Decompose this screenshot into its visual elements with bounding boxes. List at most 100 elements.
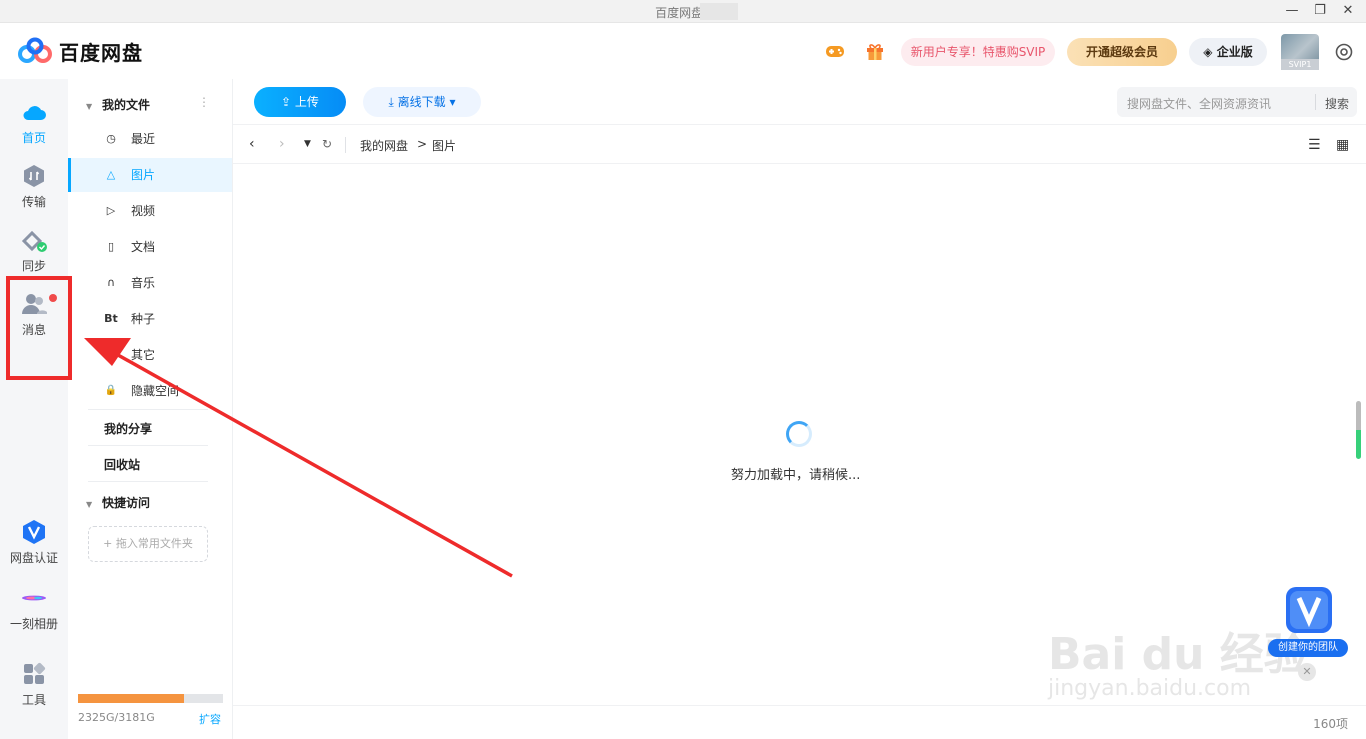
storage-bar [78,694,223,703]
blurred-region [700,3,738,20]
bt-icon: Bt [104,312,118,325]
open-svip-button[interactable]: 开通超级会员 [1067,38,1177,66]
svip-level-tag: SVIP1 [1281,59,1319,70]
enterprise-label: 企业版 [1216,45,1253,59]
app-header: 百度网盘 新用户专享！特惠购SVIP 开通超级会员 ◈ 企业版 SVIP1 [0,23,1366,79]
album-icon [22,595,46,601]
restore-button[interactable]: ❐ [1306,0,1334,23]
enterprise-button[interactable]: ◈ 企业版 [1189,38,1267,66]
sidebar-item-torrent[interactable]: Bt 种子 [68,302,232,336]
nav-label: 首页 [21,131,46,145]
minimize-button[interactable]: — [1278,0,1306,23]
search-divider [1315,94,1316,110]
divider [88,445,208,446]
sidebar-item-label: 其它 [131,348,156,362]
collapse-triangle-icon: ▼ [86,102,93,111]
recycle-bin-link[interactable]: 回收站 [104,456,140,473]
game-icon[interactable] [824,40,846,62]
app-window: 百度网盘 · — ❐ ✕ 百度网盘 新用户专享！特惠购SVIP 开通超级会员 ◈… [0,0,1366,739]
sort-icon[interactable]: ☰ [1308,137,1321,153]
cloud-icon [23,106,46,120]
back-arrow-icon[interactable]: ‹ [249,136,255,152]
quick-access-header[interactable]: ▼ 快捷访问 [86,494,150,511]
nav-home[interactable]: 首页 [0,99,68,146]
breadcrumb-current: 图片 [432,139,457,153]
sidebar-item-label: 音乐 [131,276,156,290]
other-icon: ⋯ [105,348,117,361]
history-dropdown-icon[interactable]: ▼ [304,139,311,149]
sidebar-item-hidden-space[interactable]: 🔒 隐藏空间 [68,374,232,408]
download-icon: ⤓ [388,95,398,109]
quick-access-dropzone[interactable]: + 拖入常用文件夹 [88,526,208,562]
item-count: 160项 [1313,717,1348,731]
sidebar-item-images[interactable]: △ 图片 [68,158,232,192]
baidu-netdisk-logo [18,37,52,63]
my-files-label: 我的文件 [102,98,151,112]
my-share-link[interactable]: 我的分享 [104,420,152,437]
highlight-box [6,276,72,380]
loading-spinner-icon [786,421,812,447]
storage-usage-text: 2325G/3181G [78,711,155,724]
sidebar-item-label: 文档 [131,240,156,254]
nav-transfer[interactable]: 传输 [0,163,68,210]
verify-icon [23,520,45,544]
expand-storage-link[interactable]: 扩容 [199,711,221,727]
sidebar-item-music[interactable]: ∩ 音乐 [68,266,232,300]
forward-arrow-icon[interactable]: › [279,136,285,152]
upload-button[interactable]: ⇪ 上传 [254,87,346,117]
nav-verify[interactable]: 网盘认证 [0,519,68,566]
new-user-promo-button[interactable]: 新用户专享！特惠购SVIP [901,38,1055,66]
search-input[interactable]: 搜网盘文件、全网资源资讯 搜索 [1117,87,1357,117]
nav-label: 传输 [21,195,46,209]
status-footer: 160项 [233,705,1366,739]
sidebar-item-documents[interactable]: ▯ 文档 [68,230,232,264]
folder-sidebar: ▼ 我的文件 ⋮ ◷ 最近 △ 图片 ▷ 视频 ▯ 文档 ∩ 音乐 Bt 种子 ⋯ [68,79,233,739]
grid-view-icon[interactable]: ▦ [1336,137,1349,153]
sync-icon [21,230,47,252]
brand-name: 百度网盘 [59,41,143,65]
my-files-header[interactable]: ▼ 我的文件 [86,96,150,113]
create-team-float[interactable]: 创建你的团队 ✕ [1268,583,1348,681]
collapse-triangle-icon: ▼ [86,500,93,509]
divider [88,409,208,410]
gift-icon[interactable] [864,40,886,62]
sidebar-item-label: 图片 [131,168,156,182]
offline-download-label: 离线下载 [397,95,446,109]
close-button[interactable]: ✕ [1334,0,1362,23]
transfer-icon [24,165,44,187]
divider [88,481,208,482]
sidebar-item-label: 最近 [131,132,156,146]
sidebar-item-other[interactable]: ⋯ 其它 [68,338,232,372]
nav-sync[interactable]: 同步 [0,227,68,274]
sidebar-item-label: 种子 [131,312,156,326]
sidebar-item-label: 隐藏空间 [131,384,180,398]
search-button[interactable]: 搜索 [1325,95,1349,112]
nav-tools[interactable]: 工具 [0,661,68,708]
video-icon: ▷ [106,204,116,217]
title-bar: 百度网盘 · — ❐ ✕ [0,0,1366,23]
close-icon[interactable]: ✕ [1298,663,1316,681]
nav-album[interactable]: 一刻相册 [0,585,68,632]
nav-label: 网盘认证 [9,551,58,565]
tools-icon [24,662,46,684]
scrollbar[interactable] [1356,401,1361,459]
breadcrumb-root[interactable]: 我的网盘 [360,137,408,154]
settings-icon[interactable] [1334,42,1354,62]
refresh-icon[interactable]: ↻ [322,137,332,151]
create-team-label: 创建你的团队 [1268,639,1348,657]
avatar[interactable]: SVIP1 [1281,34,1319,70]
sidebar-item-video[interactable]: ▷ 视频 [68,194,232,228]
storage-bar-fill [78,694,184,703]
upload-icon: ⇪ [281,95,295,109]
path-divider [345,137,346,153]
offline-download-button[interactable]: ⤓ 离线下载 ▾ [363,87,481,117]
enterprise-icon: ◈ [1203,45,1217,59]
nav-label: 一刻相册 [9,617,58,631]
dropdown-caret-icon: ▾ [445,95,456,109]
image-icon: △ [106,168,116,181]
nav-label: 工具 [21,693,46,707]
headphones-icon: ∩ [106,276,116,289]
nav-label: 同步 [21,259,46,273]
more-icon[interactable]: ⋮ [198,95,210,109]
sidebar-item-recent[interactable]: ◷ 最近 [68,122,232,156]
